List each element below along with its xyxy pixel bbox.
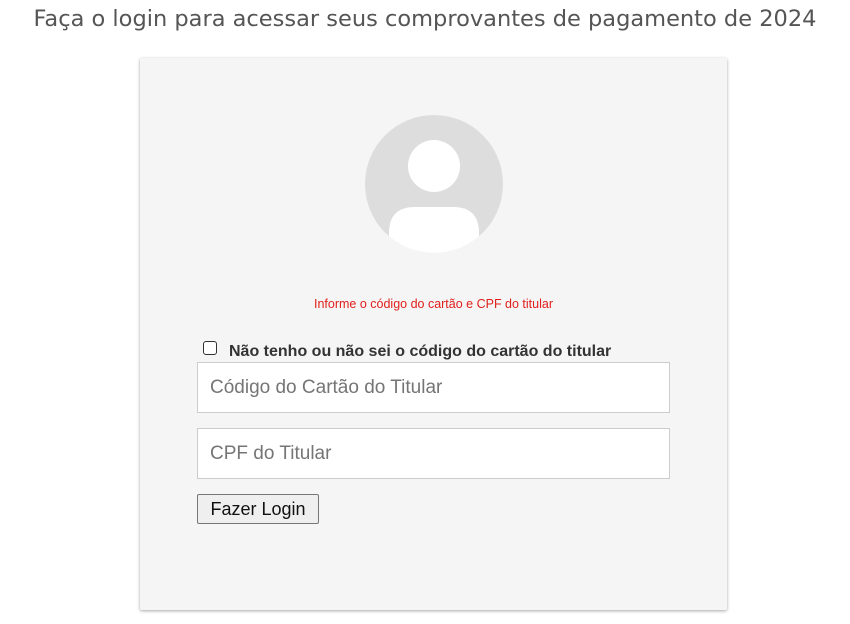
cpf-input[interactable] (197, 428, 670, 479)
login-instruction-message: Informe o código do cartão e CPF do titu… (313, 297, 553, 311)
page-title: Faça o login para acessar seus comprovan… (33, 6, 817, 32)
no-card-code-checkbox[interactable] (203, 341, 217, 355)
card-code-input[interactable] (197, 362, 670, 413)
no-card-code-checkbox-row[interactable]: Não tenho ou não sei o código do cartão … (203, 338, 611, 362)
user-avatar-icon (365, 115, 503, 253)
login-card: Informe o código do cartão e CPF do titu… (140, 58, 727, 610)
no-card-code-checkbox-label[interactable]: Não tenho ou não sei o código do cartão … (229, 343, 611, 361)
login-button[interactable]: Fazer Login (197, 494, 319, 524)
